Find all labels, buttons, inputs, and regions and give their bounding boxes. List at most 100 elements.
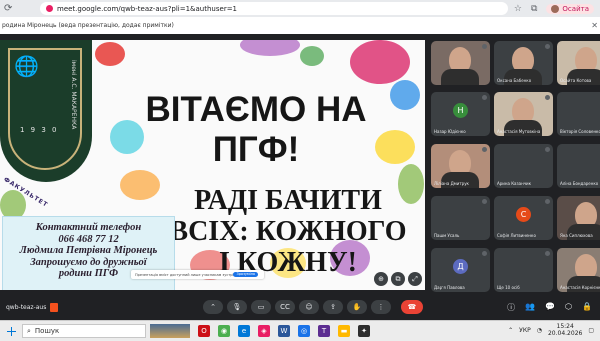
- mic-status-icon: [482, 251, 487, 256]
- address-bar[interactable]: meet.google.com/qwb-teaz-aus?pli=1&authu…: [40, 2, 508, 15]
- participant-tile[interactable]: Н Назар Юдієнко: [431, 92, 490, 136]
- zoom-icon[interactable]: ⊕: [374, 272, 388, 286]
- chat-icon[interactable]: 💬: [545, 302, 555, 313]
- paint-splatter: [95, 42, 125, 66]
- participant-name: Оксана Бабенко: [497, 78, 532, 83]
- mic-status-icon: [545, 147, 550, 152]
- system-tray: ⌃ УКР ◔ 15:24 20.04.2026 ▢: [508, 323, 594, 337]
- contact-phone: 066 468 77 12: [58, 233, 119, 245]
- participant-tile[interactable]: Ліліана Дмитрук: [431, 144, 490, 188]
- participant-tile[interactable]: Осайта Котова: [557, 41, 600, 85]
- participant-tile[interactable]: Пашм Усаль: [431, 196, 490, 240]
- raise-hand-icon[interactable]: ✋: [347, 300, 367, 314]
- lock-icon[interactable]: 🔒: [582, 302, 592, 313]
- slide-subtitle: РАДІ БАЧИТИ ВСІХ: КОЖНОГО І КОЖНУ!: [169, 185, 407, 278]
- participant-name: Вікторія Соловенко: [560, 129, 600, 134]
- mic-status-icon: [545, 199, 550, 204]
- more-audio-icon[interactable]: ⌃: [203, 300, 223, 314]
- fullscreen-icon[interactable]: ⤢: [408, 272, 422, 286]
- participant-tile[interactable]: Яна Сиплюхова: [557, 196, 600, 240]
- participant-tile[interactable]: Вікторія Соловенко: [557, 92, 600, 136]
- edge-icon[interactable]: e: [238, 325, 250, 337]
- date: 20.04.2026: [547, 330, 583, 337]
- search-icon: ⌕: [27, 326, 31, 335]
- wifi-icon[interactable]: ◔: [537, 327, 542, 334]
- participant-tile[interactable]: [431, 41, 490, 85]
- widget-thumbnail[interactable]: [150, 324, 190, 338]
- participant-tile[interactable]: Арина Казанчик: [494, 144, 553, 188]
- participant-tile[interactable]: Ще 10 осіб: [494, 248, 553, 292]
- people-icon[interactable]: 👥: [525, 302, 535, 313]
- dismiss-button[interactable]: Зрозуміло: [233, 272, 258, 277]
- participant-name: Аліна Бондаренко: [560, 181, 599, 186]
- participant-video: [441, 69, 479, 85]
- notice-banner: Презентація вміст доступний лише учасник…: [131, 270, 264, 279]
- chrome-icon[interactable]: ◉: [218, 325, 230, 337]
- emoji-icon[interactable]: ☺: [299, 300, 319, 314]
- clock[interactable]: 15:24 20.04.2026: [548, 323, 582, 337]
- folder-icon[interactable]: ▬: [338, 325, 350, 337]
- presenting-bar: родина Міронець (вeда презентацію, додає…: [0, 17, 600, 35]
- participant-name: Назар Юдієнко: [434, 129, 466, 134]
- camera-icon[interactable]: ▭: [251, 300, 271, 314]
- slide-title: ВІТАЄМО НА ПГФ!: [145, 90, 367, 169]
- app-icon[interactable]: ✦: [358, 325, 370, 337]
- avatar: [551, 4, 560, 13]
- logo-side-text: імені А.С. МАКАРЕНКА: [70, 60, 77, 130]
- popout-icon[interactable]: ⧉: [391, 272, 405, 286]
- microphone-icon[interactable]: 🎙: [227, 300, 247, 314]
- mic-status-icon: [482, 95, 487, 100]
- present-icon[interactable]: ⇪: [323, 300, 343, 314]
- notifications-icon[interactable]: ▢: [588, 327, 594, 334]
- reload-icon[interactable]: ⟳: [4, 3, 12, 14]
- participant-name: Арина Казанчик: [497, 181, 532, 186]
- meet-controls-bar: qwb-teaz-aus ⌃ 🎙 ▭ CC ☺ ⇪ ✋ ⋮ ☎ ⓘ 👥 💬 ⬡ …: [0, 296, 600, 318]
- participant-tile[interactable]: Оксана Бабенко: [494, 41, 553, 85]
- opera-icon[interactable]: O: [198, 325, 210, 337]
- activities-icon[interactable]: ⬡: [565, 302, 572, 313]
- info-icon[interactable]: ⓘ: [507, 302, 515, 313]
- app-icon[interactable]: ◈: [258, 325, 270, 337]
- taskbar-apps: O ◉ e ◈ W ◎ T ▬ ✦: [198, 325, 370, 337]
- paint-splatter: [120, 170, 160, 200]
- taskbar-search[interactable]: ⌕ Пошук: [22, 324, 146, 338]
- nav-buttons: ⟳: [0, 3, 40, 14]
- document-icon[interactable]: [50, 302, 59, 312]
- participant-avatar: Д: [453, 259, 468, 274]
- time: 15:24: [556, 323, 574, 330]
- side-controls: ⓘ 👥 💬 ⬡ 🔒: [507, 302, 592, 313]
- slide-tools: ⊕ ⧉ ⤢: [374, 272, 422, 286]
- star-icon[interactable]: ☆: [514, 4, 522, 14]
- participant-name: Софія Литвиненко: [497, 233, 536, 238]
- participant-tile[interactable]: Анастасія Мутовкіна: [494, 92, 553, 136]
- participant-name: Яна Сиплюхова: [560, 233, 593, 238]
- teams-icon[interactable]: T: [318, 325, 330, 337]
- start-button[interactable]: [4, 326, 18, 336]
- participant-avatar: С: [516, 207, 531, 222]
- participant-name: Осайта Котова: [560, 78, 592, 83]
- participant-avatar: Н: [453, 103, 468, 118]
- word-icon[interactable]: W: [278, 325, 290, 337]
- participant-name: Пашм Усаль: [434, 233, 460, 238]
- globe-icon: 🌐: [14, 54, 39, 78]
- site-icon: [46, 5, 53, 12]
- close-icon[interactable]: ✕: [591, 21, 600, 30]
- paint-splatter: [390, 80, 420, 110]
- chevron-up-icon[interactable]: ⌃: [508, 327, 513, 334]
- faculty-logo: 🌐 1 9 3 0 імені А.С. МАКАРЕНКА: [0, 40, 92, 182]
- more-options-icon[interactable]: ⋮: [371, 300, 391, 314]
- chrome-profile-icon[interactable]: ◎: [298, 325, 310, 337]
- mic-status-icon: [545, 95, 550, 100]
- participant-tile[interactable]: Д Дарʼя Павлова: [431, 248, 490, 292]
- profile-chip[interactable]: Осайта: [546, 3, 594, 14]
- participant-tile[interactable]: С Софія Литвиненко: [494, 196, 553, 240]
- participant-tile[interactable]: Анастасія Корнієнко: [557, 248, 600, 292]
- end-call-button[interactable]: ☎: [401, 300, 423, 314]
- participant-tile[interactable]: Аліна Бондаренко: [557, 144, 600, 188]
- captions-icon[interactable]: CC: [275, 300, 295, 314]
- mic-status-icon: [482, 147, 487, 152]
- extensions-icon[interactable]: ⧉: [531, 4, 537, 14]
- language-indicator[interactable]: УКР: [519, 327, 531, 334]
- paint-splatter: [300, 46, 324, 66]
- search-placeholder: Пошук: [34, 327, 60, 335]
